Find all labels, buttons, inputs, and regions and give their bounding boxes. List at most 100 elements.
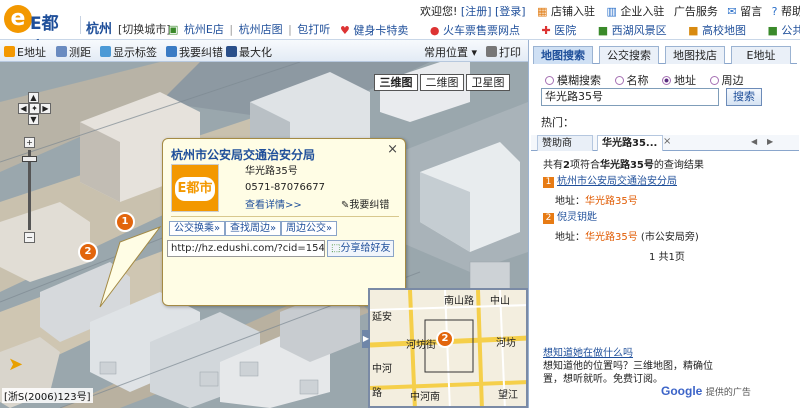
- pan-left-icon[interactable]: ◀: [18, 103, 29, 114]
- site-logo[interactable]: e E都市: [4, 5, 74, 59]
- minimap-label: 延安: [372, 312, 392, 323]
- minimap-label: 路: [372, 388, 382, 399]
- pan-down-icon[interactable]: ▼: [28, 114, 39, 125]
- map-marker-2[interactable]: 2: [78, 242, 98, 262]
- ad-title-link[interactable]: 想知道她在做什么吗: [543, 347, 783, 360]
- find-nearby-button[interactable]: 查找周边»: [225, 221, 282, 236]
- sidebar-tabs: 地图搜索 公交搜索 地图找店 E地址: [533, 44, 797, 64]
- login-link[interactable]: [登录]: [495, 5, 526, 18]
- transit-transfer-button[interactable]: 公交换乘»: [169, 221, 226, 236]
- share-to-friend-button[interactable]: ⬚分享给好友: [327, 240, 395, 257]
- result-title[interactable]: 2 倪灵钥匙: [543, 208, 699, 224]
- promo-links: ♥ 健身卡特卖 ● 火车票售票网点 ✚ 医院 ■ 西湖风景区 ■ 高校地图 ■ …: [340, 22, 800, 38]
- view-3d-button[interactable]: 三维图: [374, 74, 418, 91]
- divider: [171, 216, 399, 217]
- map-view[interactable]: 三维图 二维图 卫星图 ▲ ◀ ✦ ▶ ▼ + − 1 2 ➤ 杭州市公安局交通…: [0, 62, 528, 408]
- overview-minimap[interactable]: 南山路 中山 河坊街 河坊 延安 中河 中河南 望江 路 2: [368, 288, 528, 408]
- share-url-field[interactable]: http://hz.edushi.com/?cid=15461: [167, 240, 325, 257]
- nearby-transit-button[interactable]: 周边公交»: [281, 221, 338, 236]
- e-address-tool[interactable]: E地址: [4, 44, 46, 60]
- scroll-left-icon[interactable]: ◀: [751, 137, 757, 146]
- result-summary: 共有2项符合华光路35号的查询结果: [543, 160, 704, 171]
- printer-icon: [486, 46, 497, 57]
- minimap-label: 中河: [372, 364, 392, 375]
- minimap-label: 中河南: [410, 392, 440, 403]
- promo-train-tickets[interactable]: ● 火车票售票网点: [430, 24, 529, 37]
- company-icon: ▥: [606, 5, 617, 18]
- google-ad-credit: Google 提供的广告: [661, 384, 751, 398]
- top-link-e-store[interactable]: 杭州E店: [184, 23, 224, 36]
- tab-transit-search[interactable]: 公交搜索: [599, 46, 659, 64]
- search-input[interactable]: 华光路35号: [541, 88, 719, 106]
- popup-title: 杭州市公安局交通治安分局: [171, 148, 316, 162]
- shop-join-link[interactable]: 店铺入驻: [551, 5, 595, 18]
- result-item-2: 2 倪灵钥匙 地址：华光路35号 (市公安局旁): [543, 208, 699, 243]
- popup-details-link[interactable]: 查看详情>>: [245, 196, 302, 211]
- minimap-label: 中山: [490, 296, 510, 307]
- pan-right-icon[interactable]: ▶: [40, 103, 51, 114]
- company-join-link[interactable]: 企业入驻: [620, 5, 664, 18]
- minimap-label: 望江: [498, 390, 518, 401]
- maximize-tool[interactable]: 最大化: [226, 44, 272, 60]
- close-tab-icon[interactable]: ×: [663, 136, 671, 147]
- map-marker-1[interactable]: 1: [115, 212, 135, 232]
- tab-query-result[interactable]: 华光路35...: [597, 135, 663, 151]
- popup-address: 华光路35号: [245, 166, 298, 177]
- minimap-marker[interactable]: 2: [436, 330, 454, 348]
- popup-report-error[interactable]: ✎我要纠错: [341, 196, 389, 211]
- tab-find-store[interactable]: 地图找店: [665, 46, 725, 64]
- search-button[interactable]: 搜索: [726, 88, 762, 106]
- zoom-slider-track[interactable]: [28, 150, 31, 230]
- close-icon[interactable]: ×: [387, 142, 398, 157]
- hot-label: 热门：: [541, 116, 574, 129]
- popup-phone: 0571-87076677: [245, 182, 325, 193]
- zoom-out-icon[interactable]: −: [24, 232, 35, 243]
- result-title[interactable]: 1 杭州市公安局交通治安分局: [543, 172, 677, 188]
- print-button[interactable]: 打印: [486, 44, 521, 60]
- radio-address[interactable]: 地址: [662, 74, 696, 87]
- message-icon: ✉: [727, 5, 737, 18]
- welcome-text: 欢迎您!: [420, 5, 458, 18]
- promo-westlake[interactable]: ■ 西湖风景区: [598, 24, 676, 37]
- promo-bike[interactable]: ■ 公共自行: [768, 24, 800, 37]
- promo-hospital[interactable]: ✚ 医院: [541, 24, 585, 37]
- common-position-select[interactable]: 常用位置 ▾: [424, 44, 477, 60]
- view-2d-button[interactable]: 二维图: [420, 74, 464, 91]
- radio-fuzzy[interactable]: 模糊搜索: [545, 74, 601, 87]
- pan-center-icon[interactable]: ✦: [29, 103, 40, 114]
- show-labels-tool[interactable]: 显示标签: [100, 44, 157, 60]
- ad-service-link[interactable]: 广告服务: [674, 5, 718, 18]
- register-link[interactable]: [注册]: [461, 5, 492, 18]
- zoom-slider-handle[interactable]: [22, 156, 37, 162]
- tab-e-address[interactable]: E地址: [731, 46, 791, 64]
- popup-logo: E都市: [171, 164, 219, 212]
- tab-map-search[interactable]: 地图搜索: [533, 46, 593, 64]
- search-sidebar: 地图搜索 公交搜索 地图找店 E地址 模糊搜索 名称 地址 周边 华光路35号 …: [528, 40, 800, 408]
- zoom-in-icon[interactable]: +: [24, 137, 35, 148]
- pager: 1 共1页: [649, 252, 685, 263]
- user-bar: 欢迎您! [注册] [登录] ▦ 店铺入驻 ▥ 企业入驻 广告服务 ✉ 留言 ?…: [420, 3, 800, 19]
- pan-up-icon[interactable]: ▲: [28, 92, 39, 103]
- tab-sponsors[interactable]: 赞助商: [537, 135, 593, 151]
- radio-name[interactable]: 名称: [614, 74, 649, 87]
- pencil-icon: [166, 46, 177, 57]
- report-error-tool[interactable]: 我要纠错: [166, 44, 223, 60]
- result-item-1: 1 杭州市公安局交通治安分局 地址：华光路35号: [543, 172, 677, 207]
- current-city: 杭州: [86, 22, 113, 37]
- top-link-store-map[interactable]: 杭州店图: [239, 23, 283, 36]
- city-switch-link[interactable]: [切换城市]: [118, 21, 171, 37]
- measure-tool[interactable]: 测距: [56, 44, 91, 60]
- view-satellite-button[interactable]: 卫星图: [466, 74, 510, 91]
- radio-nearby[interactable]: 周边: [709, 74, 744, 87]
- top-link-ask[interactable]: 包打听: [297, 23, 330, 36]
- help-link[interactable]: 帮助: [781, 5, 800, 18]
- map-nav-control: ▲ ◀ ✦ ▶ ▼ + −: [18, 92, 51, 267]
- result-tabs: 赞助商 华光路35... × ◀ ▶: [531, 135, 799, 151]
- poi-info-popup: 杭州市公安局交通治安分局 × E都市 华光路35号 0571-87076677 …: [162, 138, 406, 306]
- promo-campus[interactable]: ■ 高校地图: [688, 24, 755, 37]
- scroll-right-icon[interactable]: ▶: [767, 137, 773, 146]
- promo-fitness[interactable]: ♥ 健身卡特卖: [340, 24, 417, 37]
- minimap-toggle-icon[interactable]: ▶: [362, 330, 370, 348]
- message-link[interactable]: 留言: [740, 5, 762, 18]
- result-address: 地址：华光路35号 (市公安局旁): [555, 232, 699, 243]
